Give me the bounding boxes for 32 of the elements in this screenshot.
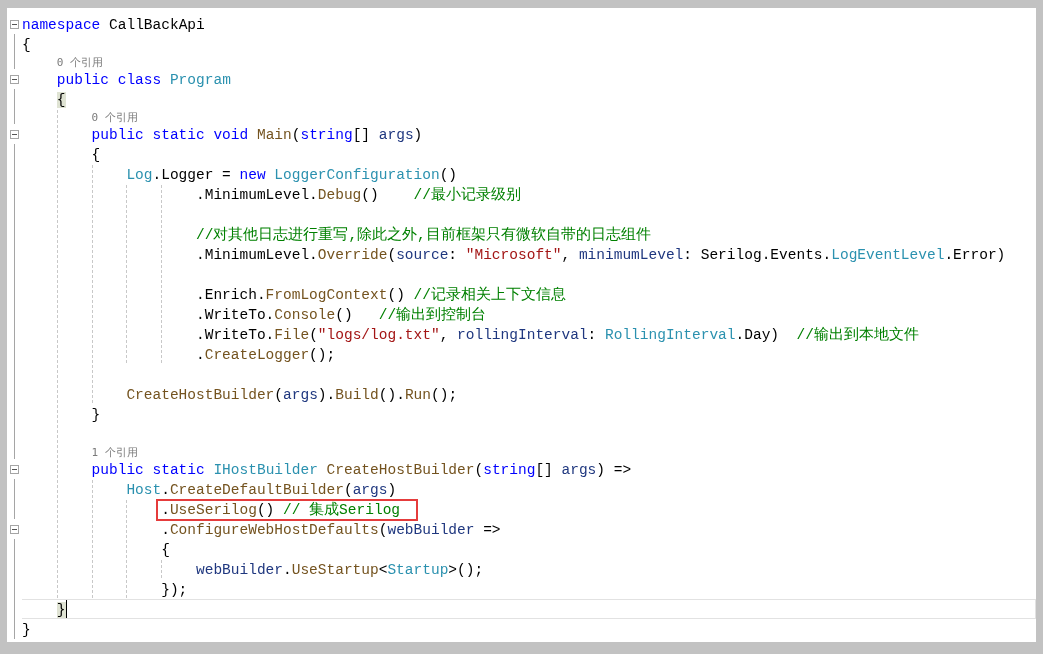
code-line: } (91, 406, 101, 423)
code-line: namespace CallBackApi (22, 16, 205, 33)
fold-toggle[interactable] (10, 524, 19, 534)
reference-count[interactable]: 0 个引用 (56, 55, 104, 68)
code-line: .Enrich.FromLogContext() //记录相关上下文信息 (196, 285, 566, 303)
text-caret (65, 600, 67, 618)
code-line: { (22, 36, 31, 53)
code-line: CreateHostBuilder(args).Build().Run(); (126, 386, 458, 403)
code-line: { (161, 541, 170, 558)
code-line: public static void Main(string[] args) (91, 126, 423, 143)
reference-count[interactable]: 0 个引用 (91, 110, 138, 123)
code-line: .WriteTo.Console() //输出到控制台 (196, 305, 487, 323)
code-line: .ConfigureWebHostDefaults(webBuilder => (161, 521, 501, 538)
code-line: Log.Logger = new LoggerConfiguration() (126, 166, 458, 183)
fold-toggle[interactable] (10, 74, 19, 84)
code-line: public static IHostBuilder CreateHostBuilder(string[] args) => (91, 461, 632, 478)
code-line: .UseSerilog() // 集成Serilog (158, 501, 417, 519)
code-line: .WriteTo.File("logs/log.txt", rollingInterval: RollingInterval.Day) //输出到本地文件 (196, 325, 919, 343)
code-line: { (91, 146, 101, 163)
fold-toggle[interactable] (10, 129, 19, 139)
code-line: .MinimumLevel.Debug() //最小记录级别 (196, 185, 521, 203)
code-line: Host.CreateDefaultBuilder(args) (126, 481, 397, 498)
code-line: .CreateLogger(); (196, 346, 336, 363)
code-line: }); (161, 581, 188, 598)
code-line: public class Program (56, 71, 231, 88)
fold-toggle[interactable] (10, 464, 19, 474)
code-line: //对其他日志进行重写,除此之外,目前框架只有微软自带的日志组件 (196, 225, 651, 243)
fold-toggle[interactable] (10, 19, 19, 29)
code-line: webBuilder.UseStartup<Startup>(); (196, 561, 484, 578)
code-line: .MinimumLevel.Override(source: "Microsoft", minimumLevel: Serilog.Events.LogEventLevel.Error) (196, 246, 1006, 263)
reference-count[interactable]: 1 个引用 (91, 445, 138, 458)
code-line: } (22, 621, 31, 638)
